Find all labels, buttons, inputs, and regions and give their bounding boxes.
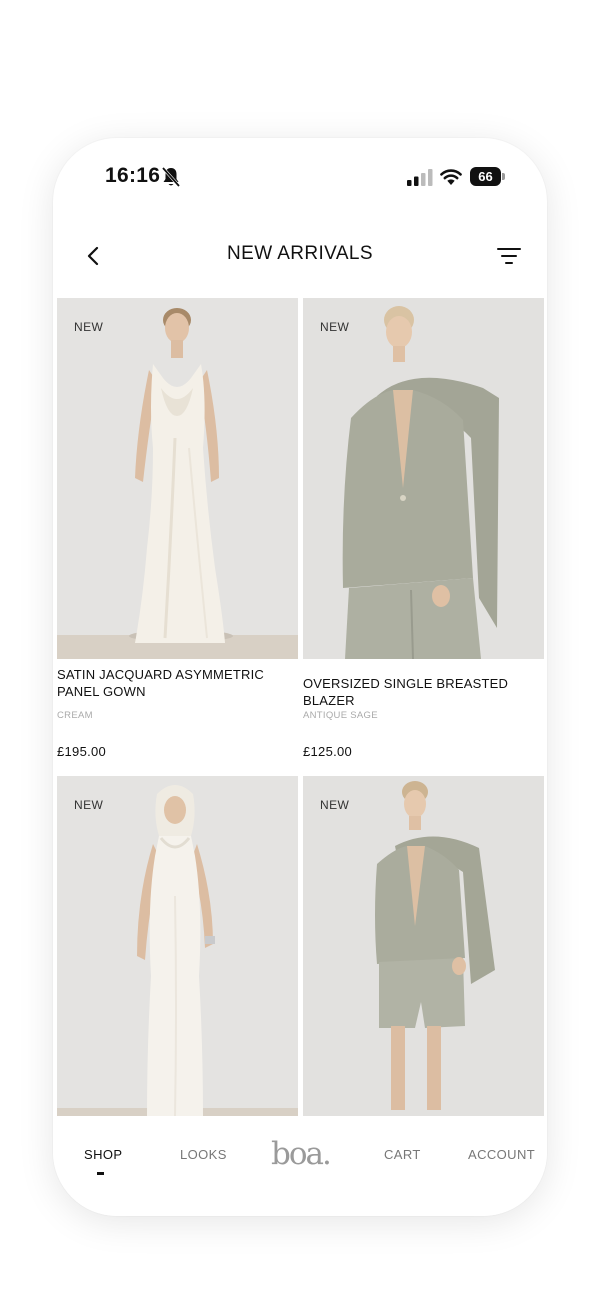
battery-indicator: 66 xyxy=(470,167,506,186)
product-image[interactable]: NEW xyxy=(303,776,544,1116)
status-bar: 16:16 66 xyxy=(53,138,547,218)
product-price: £195.00 xyxy=(57,744,107,759)
bell-muted-icon xyxy=(161,167,181,187)
new-badge: NEW xyxy=(320,798,350,812)
product-image[interactable]: NEW xyxy=(57,776,298,1116)
new-badge: NEW xyxy=(74,320,104,334)
nav-looks[interactable]: LOOKS xyxy=(180,1147,227,1162)
status-time: 16:16 xyxy=(105,164,161,187)
signal-icon xyxy=(407,169,433,186)
product-image[interactable]: NEW xyxy=(303,298,544,659)
nav-account[interactable]: ACCOUNT xyxy=(468,1147,535,1162)
product-name[interactable]: SATIN JACQUARD ASYMMETRIC PANEL GOWN xyxy=(57,666,295,700)
product-card[interactable]: NEW xyxy=(57,776,298,1116)
battery-tip xyxy=(502,173,505,180)
nav-shop[interactable]: SHOP xyxy=(84,1147,122,1162)
bottom-nav: SHOP LOOKS boa. CART ACCOUNT xyxy=(53,1116,547,1216)
battery-level: 66 xyxy=(470,167,501,186)
header: NEW ARRIVALS xyxy=(53,234,547,278)
product-name[interactable]: OVERSIZED SINGLE BREASTED BLAZER xyxy=(303,675,541,709)
filter-icon[interactable] xyxy=(497,246,521,266)
wifi-icon xyxy=(440,169,462,185)
page: 16:16 66 NEW ARRIVALS NEW SATIN JACQUARD… xyxy=(0,0,600,1298)
product-card[interactable]: NEW OVERSIZED SINGLE BREASTED BLAZER ANT… xyxy=(303,298,544,768)
nav-cart[interactable]: CART xyxy=(384,1147,421,1162)
product-card[interactable]: NEW xyxy=(303,776,544,1116)
product-image[interactable]: NEW xyxy=(57,298,298,659)
phone-frame: 16:16 66 NEW ARRIVALS NEW SATIN JACQUARD… xyxy=(53,138,547,1216)
brand-logo[interactable]: boa. xyxy=(271,1136,332,1172)
new-badge: NEW xyxy=(74,798,104,812)
product-color: CREAM xyxy=(57,710,93,721)
page-title: NEW ARRIVALS xyxy=(227,243,373,264)
nav-active-indicator xyxy=(97,1172,104,1175)
product-card[interactable]: NEW SATIN JACQUARD ASYMMETRIC PANEL GOWN… xyxy=(57,298,298,768)
product-color: ANTIQUE SAGE xyxy=(303,710,378,721)
product-price: £125.00 xyxy=(303,744,353,759)
new-badge: NEW xyxy=(320,320,350,334)
